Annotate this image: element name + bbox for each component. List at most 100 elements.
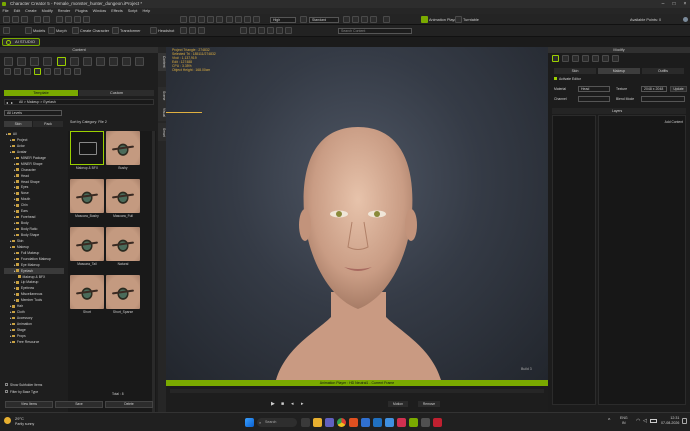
- tile-mascara-full[interactable]: Mascara_Full: [106, 179, 140, 222]
- minimize-button[interactable]: –: [658, 0, 668, 8]
- photos-icon[interactable]: [385, 418, 394, 427]
- turntable-label[interactable]: Turntable: [463, 18, 479, 22]
- view-quality-dropdown[interactable]: High: [270, 17, 296, 23]
- cloth-tool-icon[interactable]: [189, 27, 196, 34]
- viewport[interactable]: Project Triangle : 274832 Selected Tri :…: [166, 47, 548, 380]
- attribute-tab-icon[interactable]: [602, 55, 609, 62]
- create-character-icon[interactable]: [72, 27, 79, 34]
- add-icon[interactable]: [3, 27, 10, 34]
- timeline-icon[interactable]: [383, 16, 390, 23]
- update-button[interactable]: Update: [670, 86, 687, 92]
- forward-icon[interactable]: ▸: [11, 100, 13, 105]
- redo-icon[interactable]: [43, 16, 50, 23]
- pan-icon[interactable]: [361, 16, 368, 23]
- morph-category-icon[interactable]: [83, 57, 92, 66]
- blend-mode-dropdown[interactable]: [641, 96, 685, 102]
- stage-category-icon[interactable]: [135, 57, 144, 66]
- chrome-icon[interactable]: [337, 418, 346, 427]
- save-project-icon[interactable]: [21, 16, 28, 23]
- accessory-category-icon[interactable]: [43, 57, 52, 66]
- hair-tool-icon[interactable]: [180, 27, 187, 34]
- render-icon[interactable]: [253, 16, 260, 23]
- content-search[interactable]: Search Content: [338, 28, 412, 34]
- pose-category-icon[interactable]: [109, 57, 118, 66]
- side-tab-visual[interactable]: Visual: [158, 103, 166, 121]
- volume-icon[interactable]: ◁: [643, 418, 647, 424]
- prop-category-icon[interactable]: [122, 57, 131, 66]
- brow-category-icon[interactable]: [44, 68, 51, 75]
- headshot-label[interactable]: Headshot: [158, 29, 174, 33]
- new-project-icon[interactable]: [3, 16, 10, 23]
- uv-tool-icon[interactable]: [198, 27, 205, 34]
- zoom-icon[interactable]: [352, 16, 359, 23]
- tab-outfits-modify[interactable]: Outfits: [642, 68, 684, 74]
- turntable-icon[interactable]: [455, 16, 462, 23]
- tile-makeup-bfx[interactable]: Makeup & BFX: [70, 131, 104, 174]
- transformer-label[interactable]: Transformer: [120, 29, 141, 33]
- show-subfolder-checkbox[interactable]: Show Subfolder Items: [5, 383, 42, 387]
- maximize-button[interactable]: □: [669, 0, 679, 8]
- create-character-label[interactable]: Create Character: [80, 29, 109, 33]
- move-icon[interactable]: [65, 16, 72, 23]
- camera-icon[interactable]: [180, 16, 187, 23]
- save-button[interactable]: Save: [55, 401, 103, 408]
- tab-pack[interactable]: Pack: [33, 121, 63, 127]
- thumbnail-scrollbar[interactable]: [152, 131, 155, 413]
- close-button[interactable]: ×: [680, 0, 690, 8]
- texture-size-dropdown[interactable]: 2048 x 2048: [641, 86, 667, 92]
- tooth-category-icon[interactable]: [64, 68, 71, 75]
- undo-icon[interactable]: [34, 16, 41, 23]
- skin-category-icon[interactable]: [70, 57, 79, 66]
- morph-icon[interactable]: [48, 27, 55, 34]
- windows-start-icon[interactable]: [245, 418, 254, 427]
- tab-makeup-modify[interactable]: Makeup: [598, 68, 640, 74]
- headshot-icon[interactable]: [150, 27, 157, 34]
- transformer-icon[interactable]: [112, 27, 119, 34]
- shading-icon[interactable]: [226, 16, 233, 23]
- motion-tab-icon[interactable]: [572, 55, 579, 62]
- wireframe-icon[interactable]: [207, 16, 214, 23]
- brave-icon[interactable]: [349, 418, 358, 427]
- tile-bushy[interactable]: Bushy: [106, 131, 140, 174]
- tile-mascara-bushy[interactable]: Mascara_Bushy: [70, 179, 104, 222]
- tile-short-sparse[interactable]: Short_Sparse: [106, 275, 140, 318]
- open-project-icon[interactable]: [12, 16, 19, 23]
- material-dropdown[interactable]: Head: [578, 86, 610, 92]
- filter-base-type-checkbox[interactable]: Filter by Base Type: [5, 390, 38, 394]
- lash-category-icon[interactable]: [34, 68, 41, 75]
- lighting-icon[interactable]: [235, 16, 242, 23]
- language-indicator[interactable]: ENG IN: [620, 416, 628, 425]
- tile-mascara-tail[interactable]: Mascara_Tail: [70, 227, 104, 270]
- tab-skin-modify[interactable]: Skin: [554, 68, 596, 74]
- channel-dropdown[interactable]: [578, 96, 610, 102]
- motion-button[interactable]: Motion: [388, 401, 408, 407]
- avatar[interactable]: [683, 17, 688, 22]
- focus-icon[interactable]: [343, 16, 350, 23]
- rotate-icon[interactable]: [74, 16, 81, 23]
- level-filter-dropdown[interactable]: All Levels: [4, 110, 62, 116]
- cloth-category-icon[interactable]: [17, 57, 26, 66]
- light-icon[interactable]: [189, 16, 196, 23]
- activate-editor-checkbox[interactable]: Activate Editor: [554, 77, 581, 81]
- physics-tab-icon[interactable]: [582, 55, 589, 62]
- gear-icon[interactable]: [216, 16, 223, 23]
- ai-studio-button[interactable]: AI STUDIO: [2, 38, 40, 46]
- light-category-icon[interactable]: [4, 68, 11, 75]
- tile-short[interactable]: Short: [70, 275, 104, 318]
- gizmo-tool-icon[interactable]: [249, 27, 256, 34]
- facial-tab-icon[interactable]: [592, 55, 599, 62]
- shadow-icon[interactable]: [244, 16, 251, 23]
- app-icon-2[interactable]: [433, 418, 442, 427]
- morph-label[interactable]: Morph: [56, 29, 67, 33]
- filter-tool-icon[interactable]: [285, 27, 292, 34]
- timeline-track[interactable]: [170, 389, 544, 393]
- stop-icon[interactable]: ■: [281, 401, 284, 407]
- wifi-icon[interactable]: ◠: [636, 418, 640, 424]
- hair-category-icon[interactable]: [30, 57, 39, 66]
- camera-category-icon[interactable]: [14, 68, 21, 75]
- iclone-icon[interactable]: [421, 418, 430, 427]
- tile-natural[interactable]: Natural: [106, 227, 140, 270]
- actor-category-icon[interactable]: [4, 57, 13, 66]
- fullscreen-icon[interactable]: [300, 16, 307, 23]
- notification-icon[interactable]: [682, 418, 687, 424]
